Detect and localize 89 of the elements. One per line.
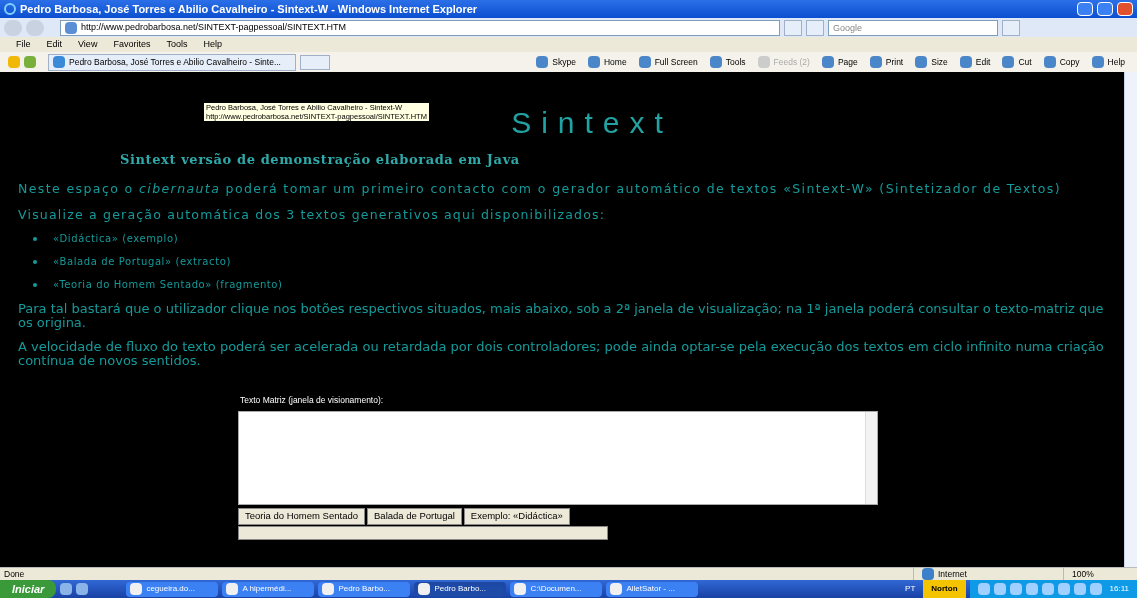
- status-text: Done: [4, 567, 26, 581]
- toolbar-button[interactable]: Copy: [1039, 55, 1084, 69]
- toolbar-button[interactable]: Page: [817, 55, 862, 69]
- toolbar-icon: [869, 56, 882, 68]
- quick-launch-icon: [60, 583, 73, 595]
- stop-button[interactable]: [806, 19, 824, 36]
- taskbar-button[interactable]: Pedro Barbo...: [318, 581, 411, 597]
- tray-icon: [977, 583, 990, 595]
- text-area[interactable]: [238, 410, 878, 505]
- toolbar-icon: [821, 56, 834, 68]
- toolbar-button[interactable]: Tools: [705, 55, 750, 69]
- list-item: «Teoria do Homem Sentado» (fragmento): [53, 278, 283, 292]
- paragraph: Neste espaço o cibernauta poderá tomar um primeiro contacto com o gerador automático de textos «Sintext-W» (Sintetizador de Textos): [18, 179, 1062, 198]
- forward-button[interactable]: [26, 19, 44, 36]
- start-button[interactable]: Iniciar: [0, 580, 57, 598]
- toolbar-icon: [709, 56, 722, 68]
- paragraph: Para tal bastará que o utilizador clique nos botões respectivos situados, mais abaixo, sob a 2ª janela de visualização; na 1ª janela poderá consultar o texto-matriz que os origina.: [18, 302, 1105, 330]
- close-button[interactable]: [1117, 2, 1133, 16]
- search-field[interactable]: Google: [828, 19, 998, 36]
- taskbar-button[interactable]: C:\Documen...: [510, 581, 603, 597]
- toolbar-icon: [1091, 56, 1104, 68]
- tray-icon: [1041, 583, 1054, 595]
- app-icon: [418, 583, 431, 595]
- app-icon: [610, 583, 623, 595]
- taskbar-button[interactable]: Pedro Barbo...: [414, 581, 507, 597]
- language-indicator[interactable]: PT: [901, 583, 920, 595]
- tray-icon: [1025, 583, 1038, 595]
- toolbar-button[interactable]: Print: [865, 55, 908, 69]
- toolbar-button[interactable]: Home: [584, 55, 631, 69]
- address-field[interactable]: http://www.pedrobarbosa.net/SINTEXT-pagpessoal/SINTEXT.HTM: [60, 19, 780, 36]
- toolbar-icon: [638, 56, 651, 68]
- text-button[interactable]: Exemplo: «Didáctica»: [463, 507, 570, 525]
- scrollbar[interactable]: [1124, 72, 1137, 567]
- tray-icon: [1073, 583, 1086, 595]
- toolbar-icon: [1043, 56, 1056, 68]
- quick-launch-icon: [76, 583, 89, 595]
- toolbar-button[interactable]: Help: [1087, 55, 1129, 69]
- minimize-button[interactable]: [1077, 2, 1093, 16]
- search-button[interactable]: [1002, 19, 1020, 36]
- heading: Sintext versão de demonstração elaborada em Java: [120, 151, 521, 169]
- tray-icon: [1009, 583, 1022, 595]
- app-icon: [226, 583, 239, 595]
- taskbar-button[interactable]: AlletSator - ...: [606, 581, 699, 597]
- button-strip[interactable]: [238, 525, 608, 540]
- tray-icon: [1057, 583, 1070, 595]
- paragraph: Visualize a geração automática dos 3 textos generativos aqui disponibilizados:: [18, 206, 607, 225]
- tray-icon: [1089, 583, 1102, 595]
- text-button[interactable]: Teoria do Homem Sentado: [238, 507, 365, 525]
- menu-item[interactable]: Favorites: [113, 37, 151, 52]
- menu-item[interactable]: Edit: [46, 37, 63, 52]
- app-icon: [514, 583, 527, 595]
- toolbar-button[interactable]: Skype: [532, 55, 580, 69]
- app-icon: [322, 583, 335, 595]
- paragraph: A velocidade de fluxo do texto poderá ser acelerada ou retardada por dois controladores; pode ainda optar-se pela execução dos textos em ciclo infinito numa criação contínua de novos sentidos.: [18, 340, 1105, 368]
- norton-button[interactable]: Norton: [923, 580, 966, 598]
- toolbar-icon: [959, 56, 972, 68]
- toolbar-button[interactable]: Full Screen: [634, 55, 702, 69]
- toolbar-icon: [915, 56, 928, 68]
- text-button[interactable]: Balada de Portugal: [367, 507, 462, 525]
- menu-item[interactable]: View: [78, 37, 98, 52]
- refresh-button[interactable]: [784, 19, 802, 36]
- new-tab-button[interactable]: [300, 54, 330, 70]
- browser-tab[interactable]: Pedro Barbosa, José Torres e Abilio Cavalheiro - Sinte...: [48, 53, 296, 71]
- restore-button[interactable]: [1097, 2, 1113, 16]
- menu-item[interactable]: File: [16, 37, 31, 52]
- toolbar-icon: [536, 56, 549, 68]
- scrollbar[interactable]: [865, 411, 877, 504]
- tray-icon: [993, 583, 1006, 595]
- menu-item[interactable]: Help: [203, 37, 222, 52]
- clock: 16:11: [1109, 583, 1129, 595]
- list-item: «Didáctica» (exemplo): [53, 232, 179, 246]
- site-logo: Sintext: [511, 108, 673, 138]
- toolbar-icon: [1002, 56, 1015, 68]
- list-item: «Balada de Portugal» (extracto): [53, 255, 231, 269]
- bullet-icon: [33, 236, 37, 241]
- taskbar-button[interactable]: A hipermédi...: [222, 581, 315, 597]
- toolbar-button[interactable]: Cut: [998, 55, 1036, 69]
- window-title: Pedro Barbosa, José Torres e Abilio Cavalheiro - Sintext-W - Windows Internet Explorer: [20, 1, 479, 17]
- toolbar-icon: [588, 56, 600, 68]
- app-icon: [130, 583, 143, 595]
- bullet-icon: [33, 259, 37, 264]
- field-label: Texto Matriz (janela de visionamento):: [240, 394, 385, 407]
- menu-item[interactable]: Tools: [166, 37, 188, 52]
- toolbar-icon: [757, 56, 770, 68]
- taskbar-button[interactable]: cegueira.do...: [126, 581, 219, 597]
- toolbar-button[interactable]: Size: [911, 55, 952, 69]
- toolbar-button[interactable]: Edit: [955, 55, 995, 69]
- bullet-icon: [33, 282, 37, 287]
- back-button[interactable]: [4, 19, 22, 36]
